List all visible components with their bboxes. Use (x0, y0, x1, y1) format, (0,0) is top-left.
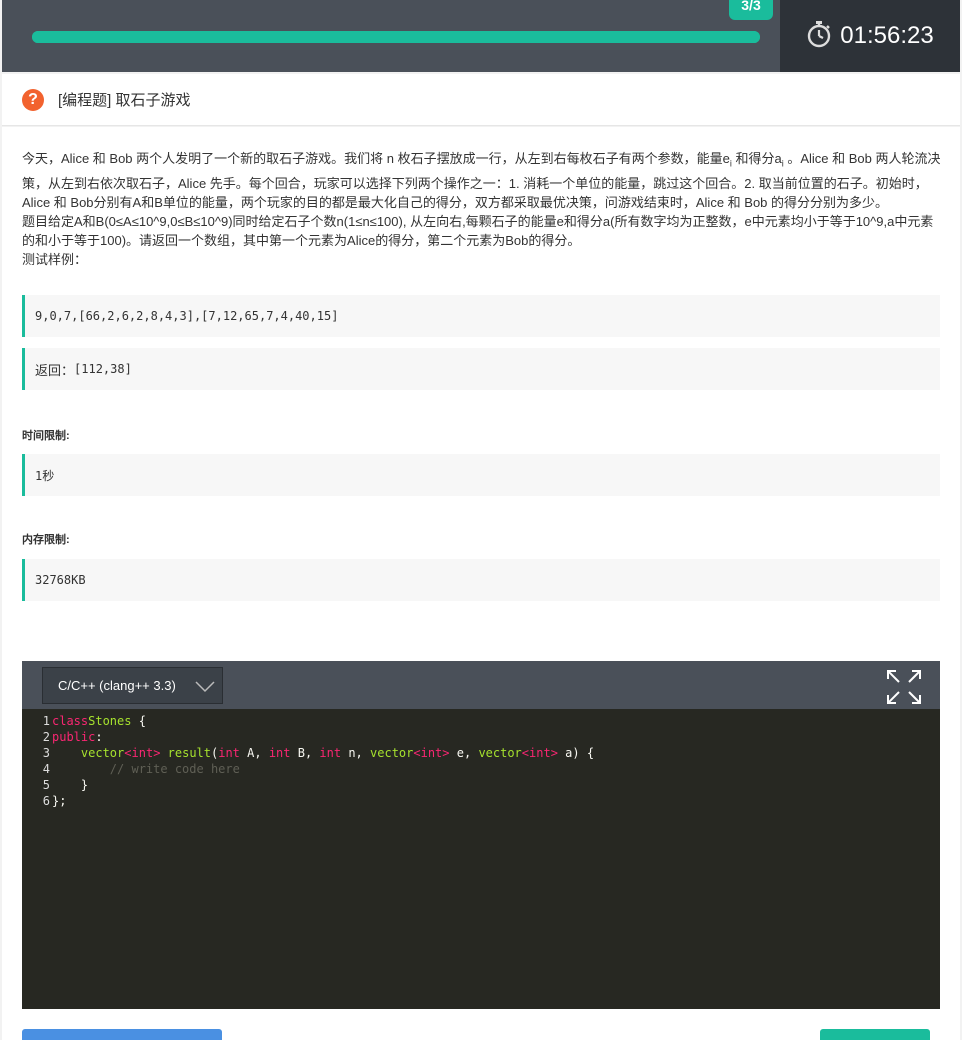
memory-limit: 32768KB (22, 559, 940, 601)
code-token: int (131, 746, 154, 760)
code-token: > (442, 746, 450, 760)
code-token: } (52, 778, 89, 792)
code-token: int (218, 746, 240, 760)
sample-output: 返回： [112,38] (22, 348, 940, 390)
description-text: 题目给定A和B(0≤A≤10^9,0≤B≤10^9)同时给定石子个数n(1≤n≤… (22, 213, 934, 248)
code-line: 5 } (22, 777, 940, 793)
code-token: int (268, 746, 291, 760)
code-token: vector (478, 746, 522, 760)
code-token: int (420, 746, 443, 760)
code-token: > (153, 746, 161, 760)
question-header: ? [编程题] 取石子游戏 (2, 74, 960, 126)
code-token: B, (290, 746, 320, 760)
code-line: 4 // write code here (22, 761, 940, 777)
code-token: public (52, 730, 96, 744)
description-text: e (722, 151, 730, 166)
question-content: 今天，Alice 和 Bob 两个人发明了一个新的取石子游戏。我们将 n 枚石子… (2, 127, 960, 1040)
sample-label: 测试样例： (22, 251, 88, 267)
editor-toolbar: C/C++ (clang++ 3.3) (22, 661, 940, 709)
right-action-button[interactable] (820, 1029, 930, 1040)
code-token: }; (52, 794, 67, 808)
code-token: A, (239, 746, 269, 760)
sample-input: 9,0,7,[66,2,6,2,8,4,3],[7,12,65,7,4,40,1… (22, 295, 940, 337)
stopwatch-icon (806, 20, 832, 53)
memory-limit-title: 内存限制: (22, 534, 70, 546)
code-line: 6}; (22, 793, 940, 809)
code-area[interactable]: 1 class Stones { 2 public: 3 vector < int > r… (22, 709, 940, 809)
code-token: e, (449, 746, 479, 760)
line-number: 3 (42, 746, 50, 760)
question-icon: ? (22, 88, 44, 111)
timer: 01:56:23 (780, 0, 960, 72)
sample-input-text: 9,0,7,[66,2,6,2,8,4,3],[7,12,65,7,4,40,1… (35, 309, 339, 323)
code-token: vector (80, 746, 125, 760)
code-token: : (95, 730, 103, 744)
code-token: a) { (557, 746, 595, 760)
question-description: 今天，Alice 和 Bob 两个人发明了一个新的取石子游戏。我们将 n 枚石子… (22, 149, 942, 269)
progress-bar (32, 31, 760, 43)
time-limit: 1秒 (22, 454, 940, 496)
language-label: C/C++ (clang++ 3.3) (58, 678, 176, 693)
time-limit-value: 1秒 (35, 468, 55, 483)
timer-value: 01:56:23 (840, 22, 934, 49)
description-text: 和得分 (731, 151, 775, 166)
code-token: n, (341, 746, 371, 760)
code-token: < (413, 746, 421, 760)
code-token: vector (370, 746, 414, 760)
progress-fill (32, 31, 760, 43)
chevron-down-icon (194, 677, 216, 698)
memory-limit-value: 32768KB (35, 573, 86, 587)
code-token: ( (211, 746, 219, 760)
line-number: 5 (42, 778, 50, 792)
code-line: 3 vector < int > result(int A, int B, int n… (22, 745, 940, 761)
code-token: < (124, 746, 132, 760)
code-editor[interactable]: C/C++ (clang++ 3.3) 1 class Stones { 2 pub… (22, 661, 940, 1009)
language-select[interactable]: C/C++ (clang++ 3.3) (42, 667, 223, 704)
question-title: [编程题] 取石子游戏 (58, 92, 191, 109)
line-number: 1 (42, 714, 50, 728)
line-number: 4 (42, 762, 50, 776)
code-token: { (131, 714, 146, 728)
code-token: > (550, 746, 558, 760)
top-bar: 3/3 01:56:23 (2, 0, 960, 72)
code-token: Stones (88, 714, 132, 728)
time-limit-title: 时间限制: (22, 430, 70, 442)
code-line: 1 class Stones { (22, 713, 940, 729)
code-comment: // write code here (109, 762, 240, 776)
code-token: result (160, 746, 211, 760)
code-line: 2 public: (22, 729, 940, 745)
line-number: 2 (42, 730, 50, 744)
progress-badge: 3/3 (729, 0, 773, 20)
description-text: a (774, 151, 782, 166)
code-token: int (319, 746, 342, 760)
code-token: < (521, 746, 530, 760)
sample-output-text: [112,38] (74, 362, 132, 376)
code-token: int (529, 746, 551, 760)
left-action-button[interactable] (22, 1029, 222, 1040)
code-token: class (52, 714, 89, 728)
expand-icon[interactable] (886, 669, 922, 710)
sample-output-label: 返回： (35, 362, 75, 378)
description-text: 今天，Alice 和 Bob 两个人发明了一个新的取石子游戏。我们将 n 枚石子… (22, 151, 723, 166)
line-number: 6 (42, 794, 50, 808)
